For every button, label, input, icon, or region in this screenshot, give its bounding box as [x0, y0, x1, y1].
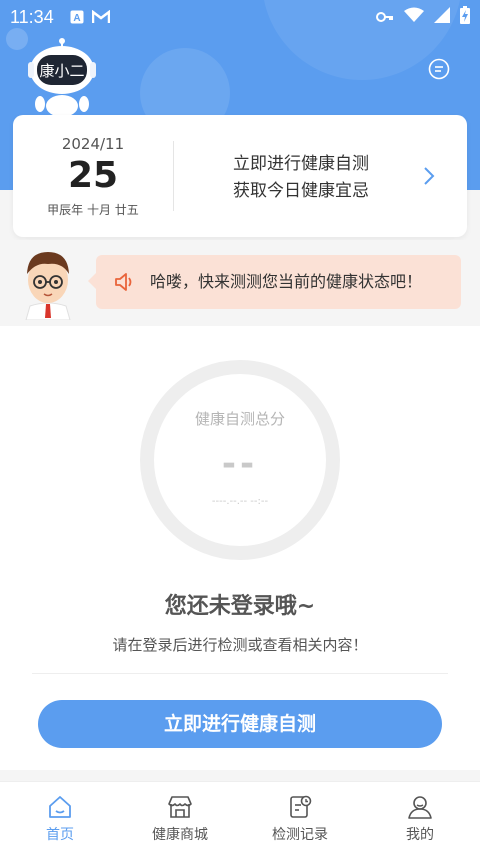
signal-icon	[434, 7, 450, 27]
tab-shop[interactable]: 健康商城	[120, 782, 240, 841]
svg-text:A: A	[73, 13, 80, 24]
bottom-tab-bar: 首页 健康商城 检测记录 我的	[0, 781, 480, 841]
divider	[173, 141, 174, 211]
main-panel: 健康自测总分 -- ----.--.-- --:-- 您还未登录哦~ 请在登录后…	[0, 326, 480, 770]
notice-text: 哈喽，快来测测您当前的健康状态吧！	[150, 272, 423, 291]
health-test-cta[interactable]: 立即进行健康自测 获取今日健康宜忌	[191, 151, 411, 205]
tab-label: 健康商城	[152, 827, 208, 841]
battery-charging-icon	[460, 6, 470, 28]
tab-label: 检测记录	[272, 827, 328, 841]
tab-label: 首页	[46, 827, 74, 841]
chevron-right-icon[interactable]	[417, 165, 439, 187]
speaker-icon	[114, 272, 136, 292]
record-icon	[290, 795, 312, 818]
mascot-robot: 康小二	[24, 38, 100, 118]
message-bubble-icon[interactable]	[428, 58, 450, 80]
score-date: ----.--.-- --:--	[211, 496, 269, 507]
wifi-icon	[404, 7, 424, 27]
doctor-avatar	[16, 244, 80, 321]
day-number: 25	[67, 155, 119, 196]
home-icon	[49, 796, 71, 818]
a-notification-icon: A	[70, 10, 84, 24]
tab-label: 我的	[406, 827, 434, 841]
date-card[interactable]: 2024/11 25 甲辰年 十月 廿五 立即进行健康自测 获取今日健康宜忌	[13, 115, 467, 237]
score-label: 健康自测总分	[194, 410, 285, 428]
lunar-date: 甲辰年 十月 廿五	[47, 203, 139, 217]
score-value: --	[221, 444, 259, 484]
login-title: 您还未登录哦~	[164, 594, 316, 619]
tab-records[interactable]: 检测记录	[240, 782, 360, 841]
key-icon	[376, 8, 394, 27]
divider	[32, 673, 448, 674]
tab-mine[interactable]: 我的	[360, 782, 480, 841]
year-month: 2024/11	[61, 135, 125, 153]
date-block: 2024/11 25 甲辰年 十月 廿五	[13, 115, 173, 237]
shop-icon	[168, 796, 192, 818]
status-bar: 11:34 A	[0, 0, 480, 34]
start-test-button[interactable]: 立即进行健康自测	[38, 700, 442, 748]
user-icon	[408, 796, 432, 819]
status-time: 11:34	[10, 6, 54, 27]
mascot-label: 康小二	[39, 62, 84, 80]
cta-line-1: 立即进行健康自测	[233, 154, 369, 174]
tab-home[interactable]: 首页	[0, 782, 120, 841]
login-subtitle: 请在登录后进行检测或查看相关内容！	[112, 636, 368, 654]
cta-line-2: 获取今日健康宜忌	[233, 181, 369, 201]
notice-banner[interactable]: 哈喽，快来测测您当前的健康状态吧！	[88, 255, 461, 309]
gmail-icon	[91, 10, 110, 24]
